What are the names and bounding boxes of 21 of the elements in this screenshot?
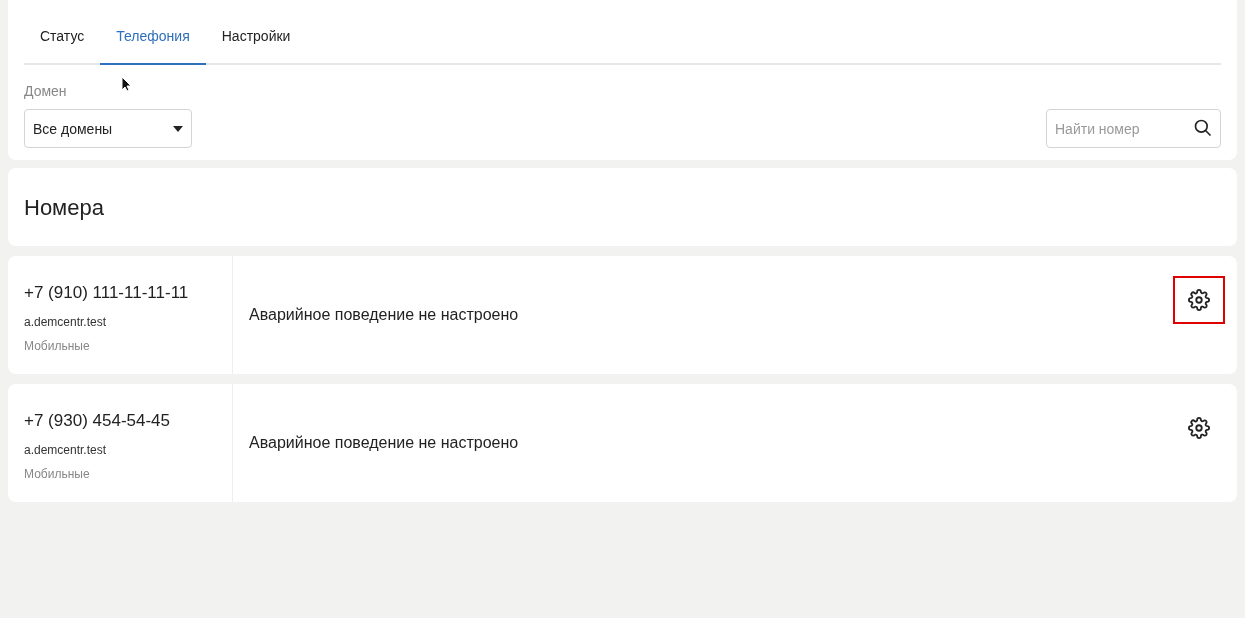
search-icon bbox=[1193, 118, 1213, 138]
settings-icon bbox=[1188, 289, 1210, 311]
domain-dropdown[interactable]: Все домены bbox=[24, 109, 192, 148]
type-text: Мобильные bbox=[24, 465, 91, 482]
phone-number: +7 (930) 454-54-45 bbox=[24, 410, 172, 432]
settings-button[interactable] bbox=[1173, 276, 1225, 324]
tab[interactable]: Телефония bbox=[100, 0, 206, 65]
caret-icon bbox=[173, 125, 183, 132]
cursor-icon bbox=[121, 76, 131, 92]
status-text: Аварийное поведение не настроено bbox=[249, 305, 519, 325]
section-title: Номера bbox=[24, 193, 104, 222]
status-text: Аварийное поведение не настроено bbox=[249, 433, 519, 453]
domain-text: a.demcentr.test bbox=[24, 313, 108, 330]
tab[interactable]: Настройки bbox=[205, 0, 307, 65]
field-label: Домен bbox=[24, 82, 67, 101]
settings-icon bbox=[1188, 417, 1210, 439]
domain-text: a.demcentr.test bbox=[24, 441, 108, 458]
tab[interactable]: Статус bbox=[24, 0, 101, 65]
type-text: Мобильные bbox=[24, 337, 91, 354]
phone-number: +7 (910) 111-11-11-11 bbox=[24, 282, 190, 304]
search-field[interactable]: Найти номер bbox=[1046, 109, 1221, 148]
